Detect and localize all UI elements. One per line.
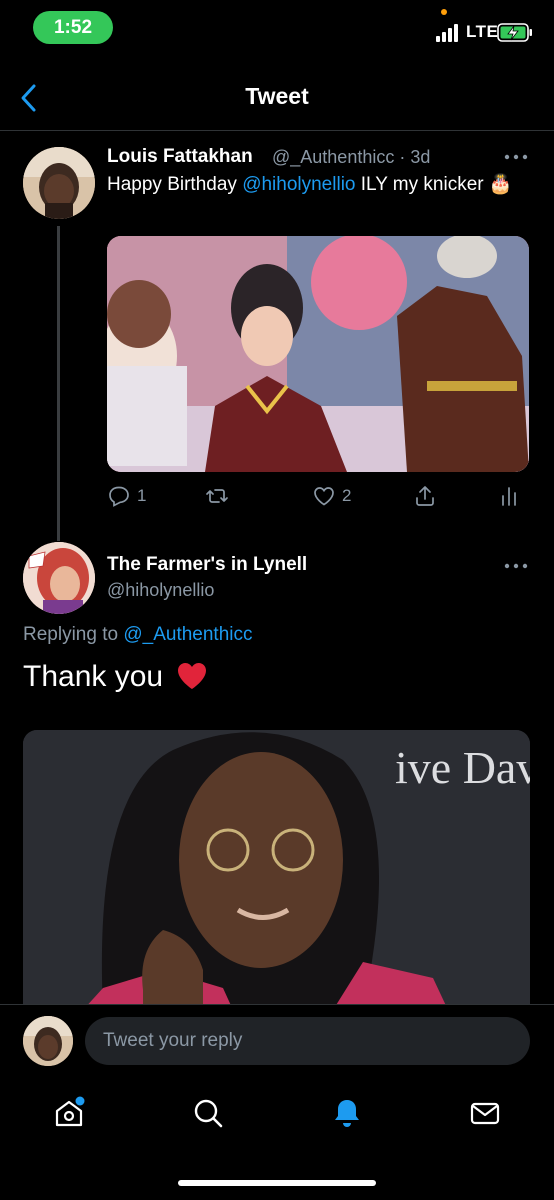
thread-line <box>57 226 60 541</box>
retweet-button[interactable] <box>205 484 235 508</box>
mention-link[interactable]: @hiholynellio <box>242 174 355 195</box>
tweet-age: · 3d <box>399 147 431 167</box>
analytics-button[interactable] <box>497 484 521 508</box>
messages-icon[interactable] <box>468 1096 502 1130</box>
avatar-photo <box>23 1016 73 1066</box>
notifications-icon[interactable] <box>330 1096 364 1130</box>
home-icon[interactable] <box>52 1096 86 1130</box>
mic-indicator <box>441 9 447 15</box>
reply-button[interactable]: 1 <box>107 484 146 508</box>
replying-to: Replying to @_Authenthicc <box>23 624 252 646</box>
author-handle: @_Authenthicc <box>272 147 395 167</box>
status-time: 1:52 <box>33 11 113 44</box>
search-icon[interactable] <box>191 1096 225 1130</box>
author-handle[interactable]: @hiholynellio <box>107 580 214 601</box>
reply-image[interactable]: ive Davis <box>23 730 530 1010</box>
share-button[interactable] <box>413 484 437 508</box>
more-options-icon[interactable] <box>503 561 529 571</box>
like-button[interactable]: 2 <box>312 484 351 508</box>
reply-icon <box>109 486 129 507</box>
more-options-icon[interactable] <box>503 152 529 162</box>
avatar <box>23 1016 73 1066</box>
portrait-photo: ive Davis <box>23 730 530 1010</box>
red-heart-emoji-icon <box>178 663 207 689</box>
reply-text-content: Thank you <box>23 660 164 693</box>
share-icon <box>416 486 434 506</box>
tweet-image[interactable] <box>107 236 529 472</box>
author-name[interactable]: Louis Fattakhan <box>107 146 253 168</box>
heart-icon <box>314 487 334 506</box>
avatar[interactable] <box>23 147 95 219</box>
reply-text: Thank you <box>23 660 207 694</box>
analytics-icon <box>502 487 516 506</box>
retweet-icon <box>206 489 228 503</box>
home-indicator[interactable] <box>178 1180 376 1186</box>
tweet-text: Happy Birthday @hiholynellio ILY my knic… <box>107 172 537 198</box>
author-name[interactable]: The Farmer's in Lynell <box>107 554 307 576</box>
tweet-text-suffix: ILY my knicker 🎂 <box>355 174 513 195</box>
avatar-photo <box>23 147 95 219</box>
network-type: LTE <box>466 22 499 41</box>
reply-count: 1 <box>137 486 147 505</box>
media-caption: ive Davis <box>395 742 530 793</box>
birthday-collage-image <box>107 236 529 472</box>
author-handle-and-age[interactable]: @_Authenthicc · 3d <box>272 147 430 168</box>
replying-to-mention[interactable]: @_Authenthicc <box>123 624 252 645</box>
replying-label: Replying to <box>23 624 124 645</box>
header-divider <box>0 130 554 131</box>
like-count: 2 <box>342 486 352 505</box>
battery-charging-icon <box>497 23 532 42</box>
cellular-signal-icon <box>436 24 458 42</box>
reply-input[interactable] <box>85 1017 530 1065</box>
avatar[interactable] <box>23 542 95 614</box>
page-title: Tweet <box>245 83 309 109</box>
avatar-photo <box>23 542 95 614</box>
tweet-text-prefix: Happy Birthday <box>107 174 243 195</box>
